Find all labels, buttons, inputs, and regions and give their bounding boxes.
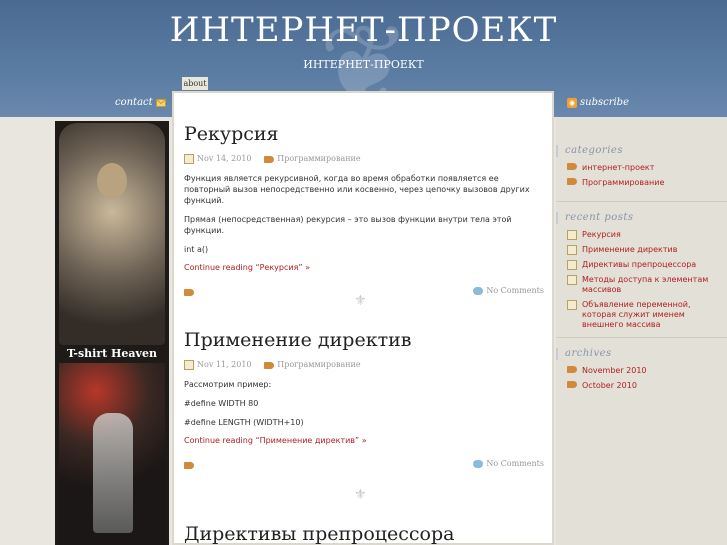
- categories-section: categories интернет-проект Программирова…: [556, 145, 727, 190]
- recent-posts-list: Рекурсия Применение директив Директивы п…: [556, 227, 727, 332]
- tag-icon: [264, 361, 275, 369]
- envelope-icon: [155, 98, 166, 107]
- main-content: Рекурсия Nov 14, 2010 Программирование Ф…: [172, 91, 554, 545]
- post-paragraph: Функция является рекурсивной, когда во в…: [184, 174, 530, 205]
- site-description: ИНТЕРНЕТ-ПРОЕКТ: [303, 58, 424, 71]
- portrait-graphic: [97, 163, 127, 199]
- post-paragraph: int a(): [184, 245, 209, 254]
- list-item[interactable]: Директивы препроцессора: [556, 257, 727, 272]
- fleur-divider-icon: ⚜: [354, 487, 367, 503]
- post-paragraph: Прямая (непосредственная) рекурсия – это…: [184, 215, 512, 235]
- post-category[interactable]: Программирование: [277, 360, 360, 369]
- divider: [556, 337, 727, 338]
- recent-post-link[interactable]: Применение директив: [582, 245, 677, 254]
- pencil-icon: [567, 260, 577, 270]
- category-link[interactable]: интернет-проект: [582, 163, 654, 172]
- categories-list: интернет-проект Программирование: [556, 160, 727, 190]
- archives-title: archives: [556, 348, 727, 360]
- archives-list: November 2010 October 2010: [556, 363, 727, 393]
- recent-post-link[interactable]: Объявление переменной, которая служит им…: [582, 300, 691, 329]
- archives-section: archives November 2010 October 2010: [556, 348, 727, 393]
- post-body: Функция является рекурсивной, когда во в…: [184, 173, 544, 255]
- tshirt-image: [59, 363, 165, 545]
- archive-link[interactable]: November 2010: [582, 366, 647, 375]
- category-link[interactable]: Программирование: [582, 178, 664, 187]
- list-item[interactable]: Рекурсия: [556, 227, 727, 242]
- pencil-icon: [567, 300, 577, 310]
- recent-post-link[interactable]: Методы доступа к элементам массивов: [582, 275, 708, 294]
- tag-icon: [264, 155, 275, 163]
- post-paragraph: Рассмотрим пример:: [184, 380, 272, 389]
- subscribe-label: subscribe: [580, 97, 630, 108]
- tab-about[interactable]: about: [182, 77, 208, 90]
- figure-graphic: [93, 413, 133, 533]
- list-item[interactable]: Программирование: [556, 175, 727, 190]
- tag-icon: [567, 163, 577, 170]
- divider: [556, 201, 727, 202]
- list-item[interactable]: November 2010: [556, 363, 727, 378]
- list-item[interactable]: Применение директив: [556, 242, 727, 257]
- post-title[interactable]: Применение директив: [184, 329, 544, 351]
- list-item[interactable]: October 2010: [556, 378, 727, 393]
- archive-link[interactable]: October 2010: [582, 381, 637, 390]
- continue-reading-link[interactable]: Continue reading “Применение директив” »: [184, 436, 544, 445]
- post-title[interactable]: Рекурсия: [184, 123, 544, 145]
- post-category[interactable]: Программирование: [277, 154, 360, 163]
- comments-link[interactable]: No Comments: [473, 459, 544, 468]
- tshirt-image: [59, 123, 165, 345]
- comment-bubble-icon: [473, 287, 484, 295]
- recent-posts-section: recent posts Рекурсия Применение директи…: [556, 212, 727, 332]
- pencil-icon: [184, 360, 194, 370]
- comments-link[interactable]: No Comments: [473, 286, 544, 295]
- comments-label: No Comments: [486, 286, 544, 295]
- tag-icon: [567, 381, 577, 388]
- post-footer: No Comments: [184, 459, 544, 473]
- pencil-icon: [567, 245, 577, 255]
- post-date: Nov 11, 2010: [197, 360, 252, 369]
- comment-bubble-icon: [473, 460, 484, 468]
- post: Директивы препроцессора: [184, 523, 544, 545]
- tag-icon: [184, 462, 194, 469]
- post-date: Nov 14, 2010: [197, 154, 252, 163]
- post-meta: Nov 11, 2010 Программирование: [184, 359, 544, 371]
- categories-title: categories: [556, 145, 727, 157]
- rss-icon: ◉: [567, 97, 577, 108]
- list-item[interactable]: интернет-проект: [556, 160, 727, 175]
- recent-post-link[interactable]: Рекурсия: [582, 230, 621, 239]
- recent-post-link[interactable]: Директивы препроцессора: [582, 260, 696, 269]
- post-meta: Nov 14, 2010 Программирование: [184, 153, 544, 165]
- list-item[interactable]: Методы доступа к элементам массивов: [556, 272, 727, 297]
- tag-icon: [184, 289, 194, 296]
- post-title[interactable]: Директивы препроцессора: [184, 523, 544, 545]
- post: Рекурсия Nov 14, 2010 Программирование Ф…: [184, 123, 544, 300]
- continue-reading-link[interactable]: Continue reading “Рекурсия” »: [184, 263, 544, 272]
- pencil-icon: [184, 154, 194, 164]
- contact-label: contact: [115, 97, 153, 108]
- tshirt-ad-banner[interactable]: T-shirt Heaven: [55, 121, 169, 545]
- pencil-icon: [567, 230, 577, 240]
- list-item[interactable]: Объявление переменной, которая служит им…: [556, 297, 727, 332]
- subscribe-link[interactable]: ◉ subscribe: [567, 97, 629, 108]
- recent-posts-title: recent posts: [556, 212, 727, 224]
- post-paragraph: #define LENGTH (WIDTH+10): [184, 418, 304, 427]
- tag-icon: [567, 178, 577, 185]
- fleur-divider-icon: ⚜: [354, 293, 367, 309]
- tag-icon: [567, 366, 577, 373]
- post-body: Рассмотрим пример: #define WIDTH 80 #def…: [184, 379, 544, 428]
- comments-label: No Comments: [486, 459, 544, 468]
- post-paragraph: #define WIDTH 80: [184, 399, 259, 408]
- ad-label: T-shirt Heaven: [67, 347, 157, 360]
- post: Применение директив Nov 11, 2010 Програм…: [184, 329, 544, 473]
- contact-link[interactable]: contact: [115, 97, 166, 108]
- pencil-icon: [567, 275, 577, 285]
- site-title[interactable]: ИНТЕРНЕТ-ПРОЕКТ: [0, 10, 727, 50]
